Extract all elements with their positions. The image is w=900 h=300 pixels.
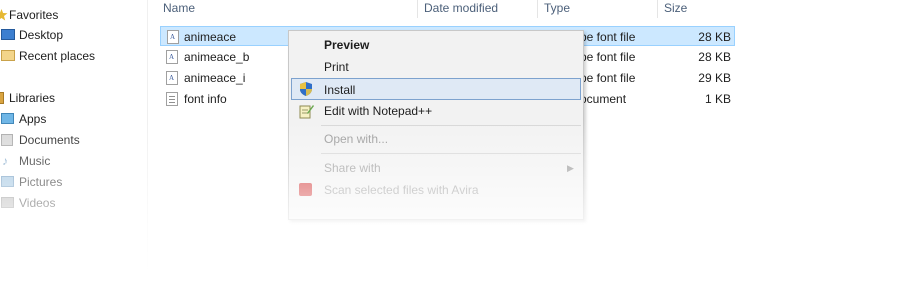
- file-name: animeace_b: [184, 50, 250, 64]
- column-header-name[interactable]: Name: [163, 0, 195, 18]
- file-type: pe font file: [580, 71, 636, 85]
- menu-item-share-with[interactable]: Share with ▶: [291, 157, 581, 179]
- file-type: pe font file: [580, 30, 636, 44]
- column-divider[interactable]: [417, 0, 418, 18]
- recent-places-icon: [1, 50, 15, 61]
- font-file-icon: A: [166, 50, 178, 64]
- menu-item-preview[interactable]: Preview: [291, 34, 581, 56]
- apps-icon: [1, 113, 14, 124]
- videos-icon: [1, 197, 14, 208]
- column-header-date-modified[interactable]: Date modified: [424, 0, 498, 18]
- context-menu: Preview Print Install Edit with Notepad+…: [288, 30, 584, 220]
- file-name: font info: [184, 92, 227, 106]
- navigation-pane: Favorites Desktop Recent places Librarie…: [0, 0, 148, 300]
- menu-item-print[interactable]: Print: [291, 56, 581, 78]
- star-icon: [0, 9, 8, 21]
- documents-icon: [1, 134, 13, 146]
- desktop-icon: [1, 29, 15, 40]
- font-file-icon: A: [166, 71, 178, 85]
- nav-divider: [147, 0, 148, 300]
- notepad-plus-plus-icon: [299, 105, 314, 119]
- file-size: 28 KB: [698, 50, 731, 64]
- column-header-size[interactable]: Size: [664, 0, 687, 18]
- submenu-arrow-icon: ▶: [567, 163, 574, 173]
- avira-icon: [299, 183, 312, 196]
- menu-separator: [321, 125, 581, 126]
- file-type: pe font file: [580, 50, 636, 64]
- column-header-type[interactable]: Type: [544, 0, 570, 18]
- uac-shield-icon: [300, 82, 312, 96]
- column-divider[interactable]: [657, 0, 658, 18]
- font-file-icon: A: [167, 30, 179, 44]
- column-divider[interactable]: [537, 0, 538, 18]
- file-name: animeace_i: [184, 71, 246, 85]
- text-file-icon: [166, 92, 178, 106]
- file-size: 1 KB: [704, 92, 731, 106]
- file-type: ocument: [580, 92, 627, 106]
- menu-item-edit-notepad-plus-plus[interactable]: Edit with Notepad++: [291, 100, 581, 122]
- file-size: 28 KB: [698, 30, 731, 44]
- menu-item-open-with[interactable]: Open with...: [291, 128, 581, 150]
- menu-item-scan-avira[interactable]: Scan selected files with Avira: [291, 179, 581, 201]
- libraries-icon: [0, 92, 4, 104]
- file-name: animeace: [184, 30, 237, 44]
- file-size: 29 KB: [698, 71, 731, 85]
- music-note-icon: ♪: [2, 154, 8, 168]
- pictures-icon: [1, 176, 14, 187]
- menu-item-install[interactable]: Install: [291, 78, 581, 100]
- menu-separator: [321, 153, 581, 154]
